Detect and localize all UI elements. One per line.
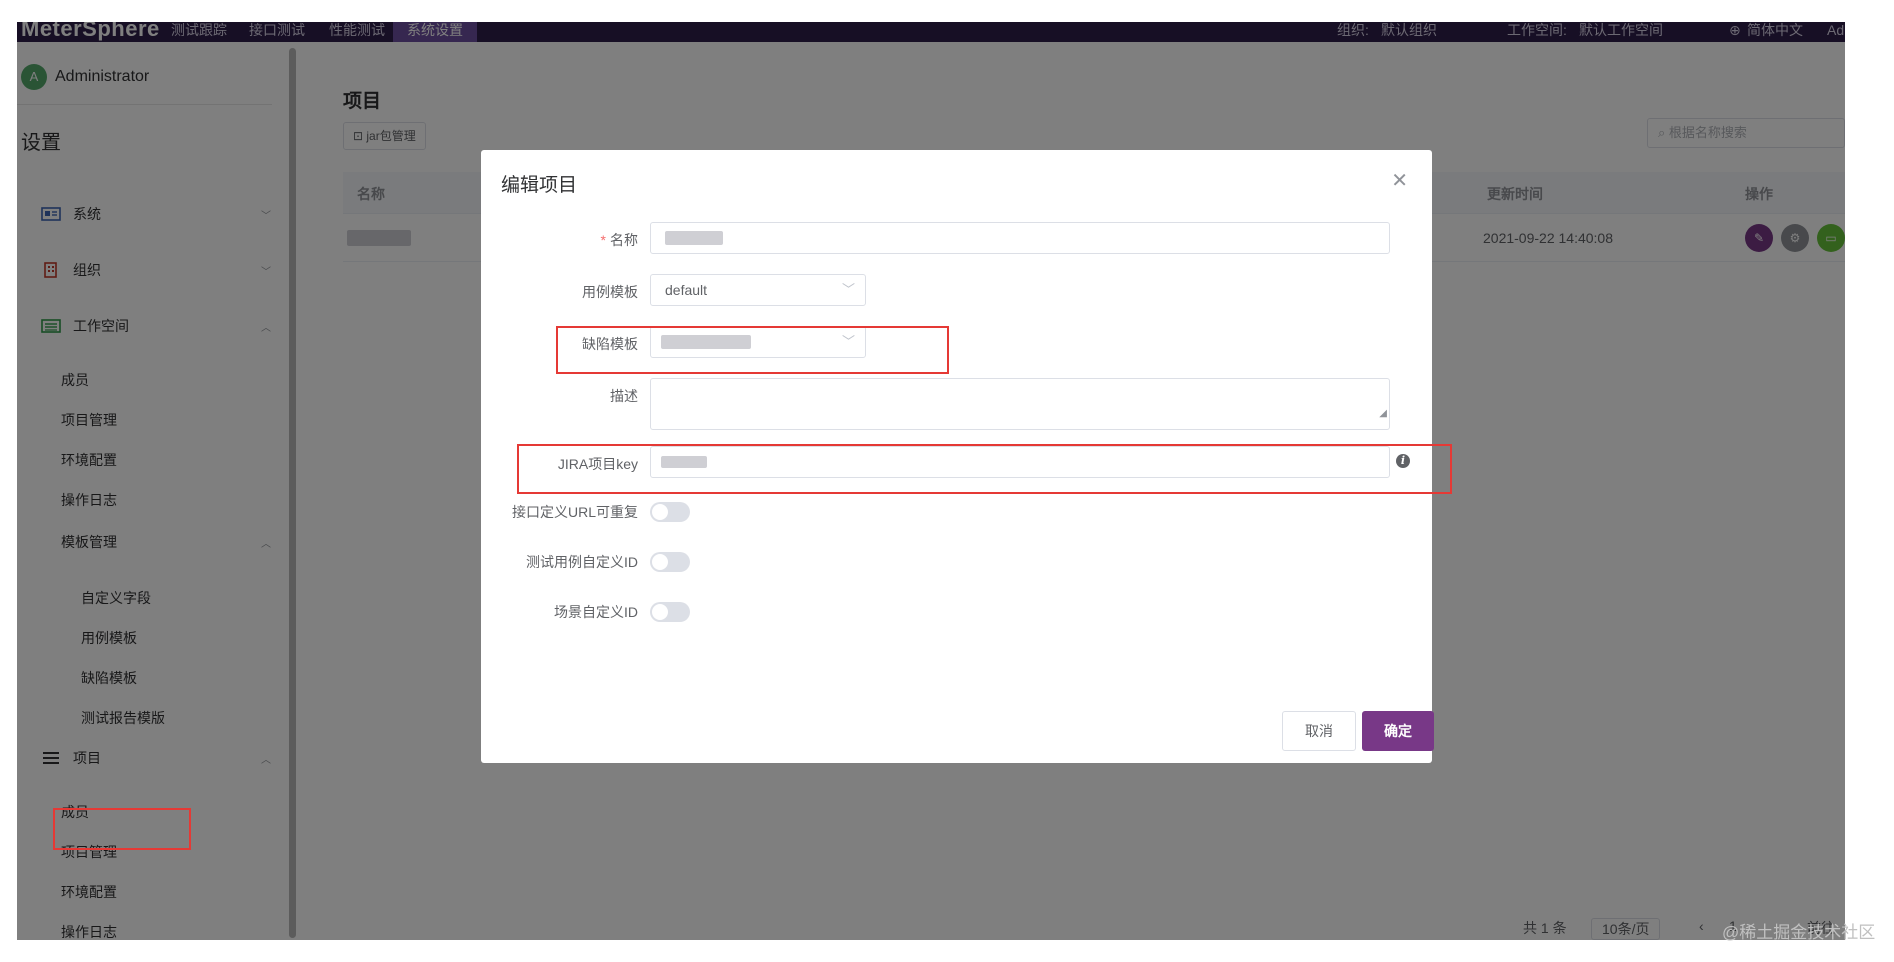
- dialog-title: 编辑项目: [501, 175, 578, 196]
- resize-handle-icon[interactable]: ◢: [1379, 399, 1387, 429]
- name-label: * 名称: [601, 230, 638, 250]
- name-value-redacted: [665, 231, 723, 245]
- description-label: 描述: [610, 388, 638, 404]
- case-template-select[interactable]: default ﹀: [650, 274, 866, 306]
- confirm-button[interactable]: 确定: [1362, 711, 1434, 751]
- annotation-project-management: [53, 808, 191, 850]
- close-icon[interactable]: ✕: [1391, 168, 1408, 193]
- name-input[interactable]: [650, 222, 1390, 254]
- case-template-label: 用例模板: [582, 284, 638, 300]
- watermark: @稀土掘金技术社区: [1722, 923, 1876, 942]
- cancel-button[interactable]: 取消: [1282, 711, 1356, 751]
- api-url-repeat-toggle[interactable]: [650, 502, 690, 522]
- name-label-text: 名称: [610, 232, 638, 248]
- api-url-repeat-label: 接口定义URL可重复: [511, 504, 638, 520]
- description-textarea[interactable]: ◢: [650, 378, 1390, 430]
- scenario-custom-id-label: 场景自定义ID: [554, 604, 638, 620]
- scenario-custom-id-toggle[interactable]: [650, 602, 690, 622]
- case-custom-id-label: 测试用例自定义ID: [526, 554, 638, 570]
- chevron-down-icon: ﹀: [841, 282, 855, 297]
- app-window: MeterSphere 测试跟踪 接口测试 性能测试 系统设置 组织: 默认组织…: [17, 22, 1845, 940]
- required-marker: *: [600, 232, 606, 248]
- annotation-jira-key: [517, 444, 1452, 494]
- annotation-issue-template: [556, 326, 949, 374]
- case-custom-id-toggle[interactable]: [650, 552, 690, 572]
- case-template-value: default: [665, 282, 708, 298]
